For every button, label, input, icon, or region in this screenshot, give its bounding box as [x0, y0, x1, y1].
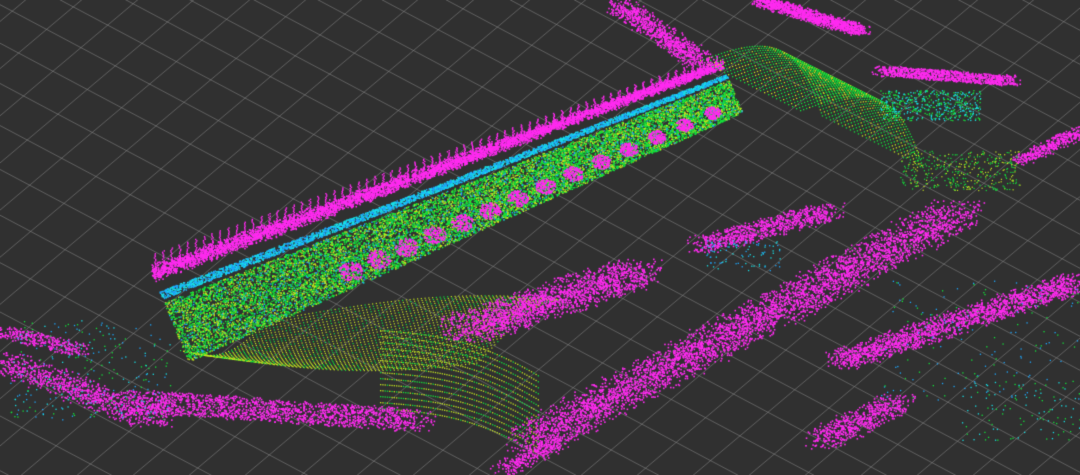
point-cloud-viewport[interactable] — [0, 0, 1080, 475]
lidar-point-cloud-icon — [0, 0, 1080, 475]
